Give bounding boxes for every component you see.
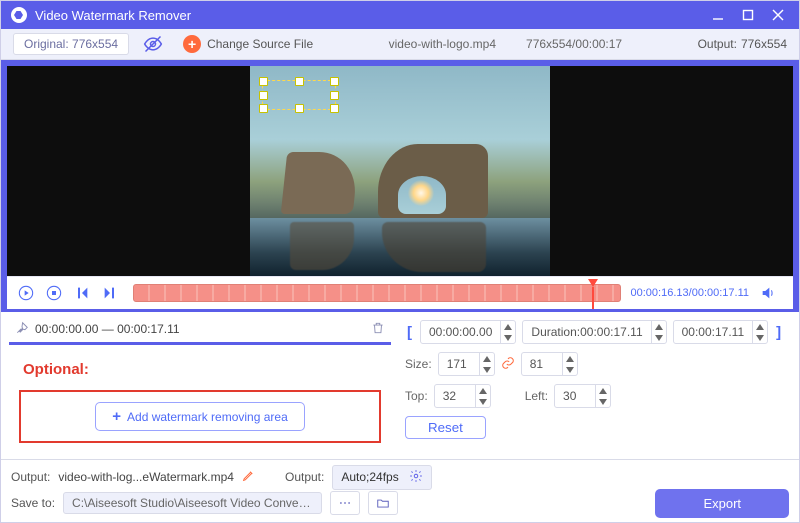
optional-label: Optional: — [23, 361, 381, 378]
time-readout: 00:00:16.13/00:00:17.11 — [631, 287, 749, 299]
settings-icon[interactable] — [409, 469, 423, 486]
preview-gutter-left — [7, 66, 250, 276]
edit-filename-icon[interactable] — [242, 469, 255, 485]
preview-gutter-right — [550, 66, 793, 276]
plus-icon: + — [183, 35, 201, 53]
change-source-button[interactable]: + Change Source File — [183, 35, 313, 53]
segments-panel: 00:00:00.00 — 00:00:17.11 Optional: + Ad… — [9, 316, 391, 457]
reset-button[interactable]: Reset — [405, 416, 486, 439]
range-end-bracket[interactable]: ] — [774, 324, 783, 341]
range-end-field[interactable]: 00:00:17.11 — [673, 320, 769, 344]
handle-tl[interactable] — [259, 77, 268, 86]
output-dimensions: 776x554 — [741, 37, 787, 51]
add-area-label: Add watermark removing area — [127, 410, 288, 424]
output-format-box[interactable]: Auto;24fps — [332, 465, 431, 490]
play-button[interactable] — [15, 282, 37, 304]
export-button[interactable]: Export — [655, 489, 789, 518]
highlight-box: + Add watermark removing area — [19, 390, 381, 443]
app-logo — [11, 7, 27, 23]
preview-stage: 00:00:16.13/00:00:17.11 — [1, 60, 799, 312]
maximize-button[interactable] — [733, 1, 763, 29]
playhead[interactable] — [588, 279, 598, 287]
spin-up[interactable] — [501, 321, 515, 332]
handle-ml[interactable] — [259, 91, 268, 100]
change-source-label: Change Source File — [207, 37, 313, 51]
output-label: Output: — [698, 37, 737, 51]
output-filename: video-with-log...eWatermark.mp4 — [58, 470, 234, 484]
delete-segment-icon[interactable] — [371, 321, 385, 338]
source-dim-time: 776x554/00:00:17 — [526, 37, 622, 51]
minimize-button[interactable] — [703, 1, 733, 29]
original-label: Original: — [24, 37, 69, 51]
preview-row — [7, 66, 793, 276]
original-dimensions: 776x554 — [72, 37, 118, 51]
properties-panel: [ 00:00:00.00 Duration:00:00:17.11 00:00… — [401, 316, 791, 457]
video-preview[interactable] — [250, 66, 550, 276]
handle-tr[interactable] — [330, 77, 339, 86]
range-start-bracket[interactable]: [ — [405, 324, 414, 341]
preview-toggle-icon[interactable] — [143, 34, 163, 54]
handle-tm[interactable] — [295, 77, 304, 86]
volume-button[interactable] — [757, 282, 779, 304]
handle-bl[interactable] — [259, 104, 268, 113]
output-format-label: Output: — [285, 470, 324, 484]
save-path: C:\Aiseesoft Studio\Aiseesoft Video Conv… — [63, 492, 322, 514]
segment-row[interactable]: 00:00:00.00 — 00:00:17.11 — [9, 316, 391, 345]
watermark-selection-box[interactable] — [262, 80, 336, 110]
close-button[interactable] — [763, 1, 793, 29]
segment-range: 00:00:00.00 — 00:00:17.11 — [35, 322, 371, 336]
footer: Output: video-with-log...eWatermark.mp4 … — [1, 459, 799, 522]
infobar: Original: 776x554 + Change Source File v… — [1, 29, 799, 60]
timeline-track[interactable] — [133, 284, 621, 302]
range-start-field[interactable]: 00:00:00.00 — [420, 320, 516, 344]
mark-in-button[interactable] — [71, 282, 93, 304]
handle-br[interactable] — [330, 104, 339, 113]
source-filename: video-with-logo.mp4 — [389, 37, 496, 51]
left-field[interactable]: 30 — [554, 384, 611, 408]
add-watermark-area-button[interactable]: + Add watermark removing area — [95, 402, 305, 431]
stop-button[interactable] — [43, 282, 65, 304]
save-to-label: Save to: — [11, 496, 55, 510]
handle-bm[interactable] — [295, 104, 304, 113]
playback-bar: 00:00:16.13/00:00:17.11 — [7, 276, 793, 309]
open-folder-button[interactable] — [368, 491, 398, 515]
handle-mr[interactable] — [330, 91, 339, 100]
output-name-label: Output: — [11, 470, 50, 484]
plus-icon: + — [112, 409, 121, 424]
titlebar: Video Watermark Remover — [1, 1, 799, 29]
size-width-field[interactable]: 171 — [438, 352, 495, 376]
window-title: Video Watermark Remover — [35, 8, 191, 23]
mark-out-button[interactable] — [99, 282, 121, 304]
link-aspect-icon[interactable] — [501, 356, 515, 373]
segment-marker-icon[interactable] — [15, 321, 29, 338]
original-size-chip: Original: 776x554 — [13, 33, 129, 55]
top-field[interactable]: 32 — [434, 384, 491, 408]
size-label: Size: — [405, 357, 432, 371]
left-label: Left: — [525, 389, 548, 403]
top-label: Top: — [405, 389, 428, 403]
browse-path-button[interactable] — [330, 491, 360, 515]
output-format-value: Auto;24fps — [341, 470, 398, 484]
duration-field[interactable]: Duration:00:00:17.11 — [522, 320, 666, 344]
spin-down[interactable] — [501, 332, 515, 343]
size-height-field[interactable]: 81 — [521, 352, 578, 376]
